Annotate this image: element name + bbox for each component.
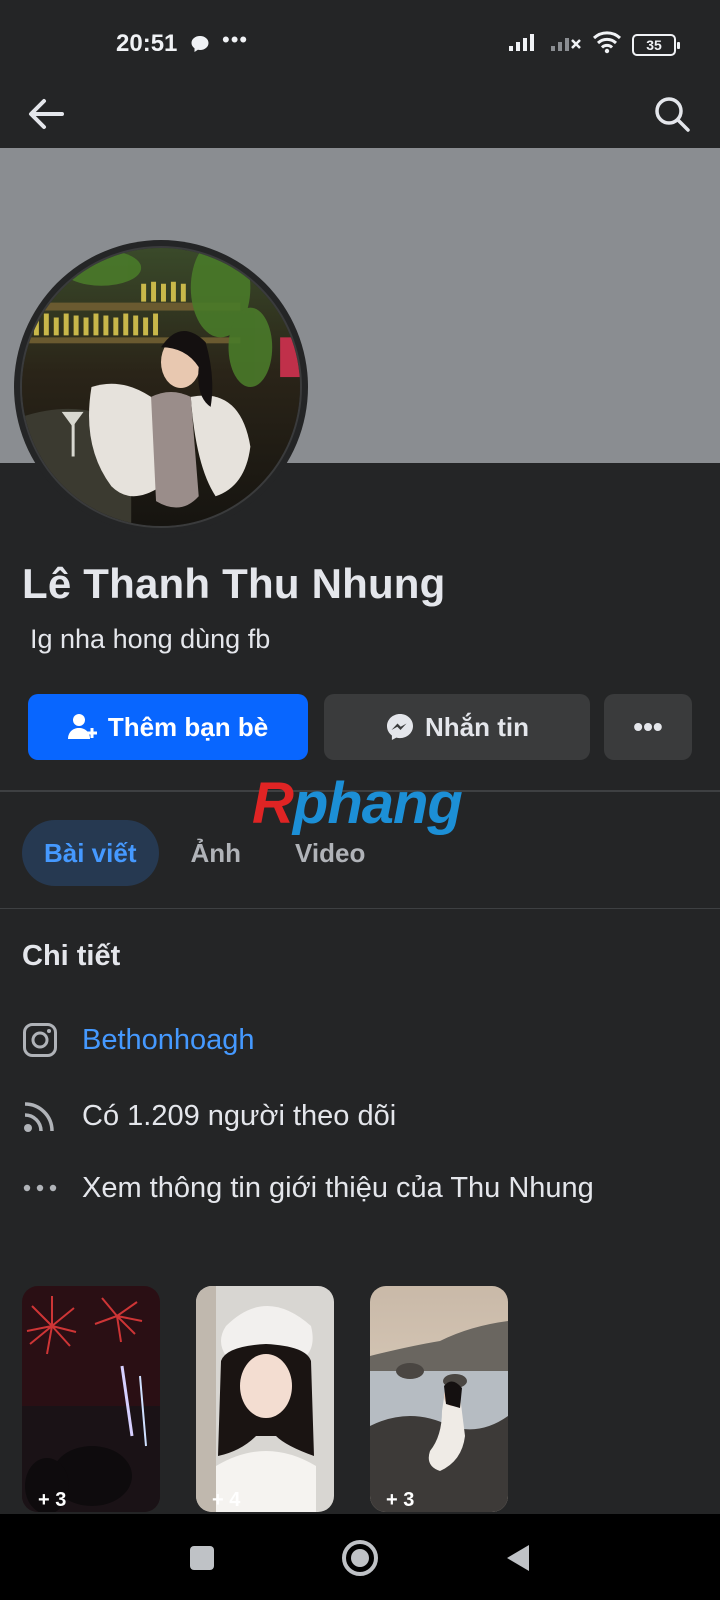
- home-button[interactable]: [336, 1534, 384, 1582]
- divider: [0, 908, 720, 909]
- fireworks-thumbnail: [22, 1286, 160, 1512]
- featured-highlights: + 3 + 4 + 3: [22, 1286, 508, 1512]
- triangle-back-icon: [507, 1545, 529, 1571]
- tab-posts[interactable]: Bài viết: [22, 820, 159, 886]
- highlight-count: + 3: [386, 1489, 415, 1511]
- followers-count: Có 1.209 người theo dõi: [82, 1099, 397, 1132]
- arrow-left-icon: [29, 99, 64, 129]
- add-friend-button[interactable]: Thêm bạn bè: [28, 694, 308, 760]
- search-icon: [655, 97, 690, 132]
- profile-actions: Thêm bạn bè Nhắn tin •••: [28, 694, 694, 760]
- more-options-button[interactable]: •••: [604, 694, 692, 760]
- tab-photos[interactable]: Ảnh: [169, 820, 264, 886]
- signal-no-service-icon: [550, 32, 582, 57]
- highlight-item[interactable]: + 3: [22, 1286, 160, 1512]
- instagram-icon: [22, 1022, 58, 1058]
- highlight-count: + 4: [212, 1489, 241, 1511]
- portrait-thumbnail: [196, 1286, 334, 1512]
- back-button[interactable]: [22, 90, 70, 138]
- avatar-image: [20, 246, 302, 528]
- highlight-item[interactable]: + 3: [370, 1286, 508, 1512]
- message-label: Nhắn tin: [425, 711, 529, 742]
- top-nav: [0, 84, 720, 148]
- profile-name: Lê Thanh Thu Nhung: [22, 560, 446, 607]
- message-button[interactable]: Nhắn tin: [324, 694, 590, 760]
- battery-icon: 35: [632, 33, 680, 56]
- highlight-count: + 3: [38, 1489, 67, 1511]
- beach-thumbnail: [370, 1286, 508, 1512]
- profile-bio: Ig nha hong dùng fb: [30, 624, 271, 654]
- add-person-icon: [67, 714, 97, 739]
- signal-icon: [508, 32, 540, 57]
- messenger-icon: [387, 714, 413, 740]
- add-friend-label: Thêm bạn bè: [107, 711, 269, 742]
- about-info-row[interactable]: Xem thông tin giới thiệu của Thu Nhung: [22, 1170, 594, 1206]
- home-circle-icon: [342, 1540, 378, 1576]
- rss-feed-icon: [22, 1098, 58, 1134]
- notification-dots: •••: [222, 27, 249, 52]
- more-dots-icon: •••: [633, 711, 663, 742]
- chat-bubble-icon: [190, 34, 210, 59]
- square-icon: [190, 1546, 214, 1570]
- instagram-row[interactable]: Bethonhoagh: [22, 1022, 255, 1058]
- recent-apps-button[interactable]: [178, 1534, 226, 1582]
- profile-tabs: Bài viết Ảnh Video: [22, 820, 387, 886]
- more-horizontal-icon: [22, 1170, 58, 1206]
- status-indicators: 35: [508, 30, 680, 59]
- followers-row: Có 1.209 người theo dõi: [22, 1098, 396, 1134]
- instagram-link[interactable]: Bethonhoagh: [82, 1024, 255, 1057]
- tab-videos[interactable]: Video: [273, 820, 387, 886]
- system-nav-bar: [0, 1514, 720, 1600]
- profile-avatar[interactable]: [14, 240, 308, 534]
- about-info-link[interactable]: Xem thông tin giới thiệu của Thu Nhung: [82, 1172, 594, 1205]
- search-button[interactable]: [648, 90, 696, 138]
- status-time: 20:51: [116, 30, 178, 57]
- wifi-icon: [592, 30, 622, 59]
- system-back-button[interactable]: [494, 1534, 542, 1582]
- status-bar: 20:51 ••• 35: [0, 0, 720, 90]
- highlight-item[interactable]: + 4: [196, 1286, 334, 1512]
- details-heading: Chi tiết: [22, 940, 121, 972]
